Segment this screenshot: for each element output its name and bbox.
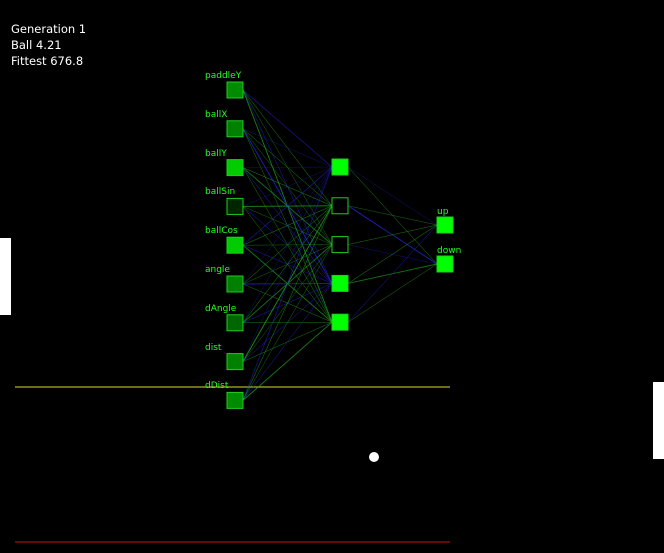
input-node-4 — [226, 236, 244, 254]
output-node-1 — [436, 255, 454, 273]
weight-edge-hidden-4-output-0 — [347, 224, 438, 323]
output-label-up: up — [437, 207, 449, 217]
input-label-paddleY: paddleY — [205, 71, 242, 81]
weight-edge-input-0-hidden-0 — [242, 89, 333, 168]
neural-network-diagram — [15, 81, 454, 543]
weight-edge-hidden-4-output-1 — [347, 263, 438, 323]
weight-edge-input-8-hidden-1 — [242, 205, 333, 401]
input-label-ballCos: ballCos — [205, 226, 238, 237]
hidden-node-0 — [331, 158, 349, 176]
input-label-dist: dist — [205, 342, 222, 353]
input-node-6 — [226, 314, 244, 332]
hidden-node-3 — [331, 274, 349, 292]
input-node-0 — [226, 81, 244, 99]
input-label-ballSin: ballSin — [205, 187, 236, 198]
input-node-7 — [226, 353, 244, 371]
input-label-dAngle: dAngle — [205, 303, 237, 314]
weight-edge-hidden-3-output-0 — [347, 224, 438, 284]
weight-edge-hidden-1-output-0 — [347, 205, 438, 226]
input-node-8 — [226, 391, 244, 409]
weight-edge-hidden-0-output-0 — [347, 166, 438, 226]
hidden-node-1 — [331, 197, 349, 215]
input-label-dDist: dDist — [205, 381, 229, 392]
hidden-node-2 — [331, 236, 349, 254]
weight-edge-input-1-hidden-0 — [242, 128, 333, 168]
ball — [369, 452, 379, 462]
weight-edge-hidden-2-output-0 — [347, 224, 438, 245]
weight-edge-input-5-hidden-0 — [242, 166, 333, 285]
input-node-3 — [226, 197, 244, 215]
input-node-5 — [226, 275, 244, 293]
input-node-2 — [226, 159, 244, 177]
weight-edge-input-8-hidden-4 — [242, 321, 333, 401]
input-label-ballX: ballX — [205, 109, 228, 120]
weight-edge-input-7-hidden-0 — [242, 166, 333, 362]
weight-edge-input-2-hidden-0 — [242, 166, 333, 168]
output-label-down: down — [437, 246, 462, 256]
output-node-0 — [436, 216, 454, 234]
input-label-angle: angle — [205, 265, 230, 275]
input-node-1 — [226, 120, 244, 138]
hidden-node-4 — [331, 313, 349, 331]
input-label-ballY: ballY — [205, 148, 227, 159]
game-canvas: Generation 1 Ball 4.21 Fittest 676.8 pad… — [0, 0, 664, 553]
weight-edge-input-8-hidden-3 — [242, 283, 333, 401]
weight-edge-input-3-hidden-0 — [242, 166, 333, 207]
